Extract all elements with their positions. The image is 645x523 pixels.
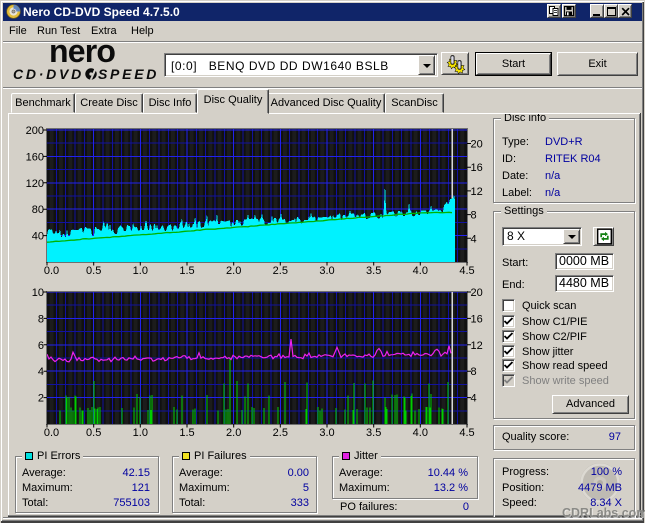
svg-text:120: 120 bbox=[26, 178, 44, 190]
svg-text:80: 80 bbox=[32, 204, 44, 216]
svg-text:12: 12 bbox=[471, 340, 483, 352]
svg-text:2.5: 2.5 bbox=[273, 427, 288, 439]
svg-text:12: 12 bbox=[471, 186, 483, 198]
svg-text:16: 16 bbox=[471, 162, 483, 174]
svg-text:16: 16 bbox=[471, 313, 483, 325]
svg-text:20: 20 bbox=[471, 287, 483, 299]
svg-text:40: 40 bbox=[32, 231, 44, 243]
svg-text:2.5: 2.5 bbox=[273, 265, 288, 277]
svg-text:200: 200 bbox=[26, 125, 44, 137]
svg-text:8: 8 bbox=[471, 366, 477, 378]
svg-text:2: 2 bbox=[38, 393, 44, 405]
svg-text:4: 4 bbox=[471, 233, 477, 245]
svg-text:2.0: 2.0 bbox=[226, 427, 241, 439]
svg-text:4: 4 bbox=[471, 393, 477, 405]
svg-text:3.5: 3.5 bbox=[366, 427, 381, 439]
svg-text:1.0: 1.0 bbox=[133, 427, 148, 439]
svg-text:0.0: 0.0 bbox=[44, 427, 59, 439]
svg-text:4: 4 bbox=[38, 366, 44, 378]
svg-text:4.0: 4.0 bbox=[413, 427, 428, 439]
svg-text:3.0: 3.0 bbox=[319, 265, 334, 277]
svg-text:0.5: 0.5 bbox=[86, 427, 101, 439]
svg-text:2.0: 2.0 bbox=[226, 265, 241, 277]
svg-text:3.5: 3.5 bbox=[366, 265, 381, 277]
svg-text:160: 160 bbox=[26, 151, 44, 163]
svg-text:0.5: 0.5 bbox=[86, 265, 101, 277]
svg-text:8: 8 bbox=[38, 313, 44, 325]
svg-text:4.5: 4.5 bbox=[459, 265, 474, 277]
svg-text:1.5: 1.5 bbox=[179, 427, 194, 439]
svg-text:4.0: 4.0 bbox=[413, 265, 428, 277]
svg-text:0.0: 0.0 bbox=[44, 265, 59, 277]
svg-text:8: 8 bbox=[471, 210, 477, 222]
svg-text:20: 20 bbox=[471, 139, 483, 151]
svg-text:10: 10 bbox=[32, 287, 44, 299]
svg-text:4.5: 4.5 bbox=[459, 427, 474, 439]
svg-text:1.0: 1.0 bbox=[133, 265, 148, 277]
svg-text:1.5: 1.5 bbox=[179, 265, 194, 277]
svg-text:6: 6 bbox=[38, 340, 44, 352]
svg-text:3.0: 3.0 bbox=[319, 427, 334, 439]
